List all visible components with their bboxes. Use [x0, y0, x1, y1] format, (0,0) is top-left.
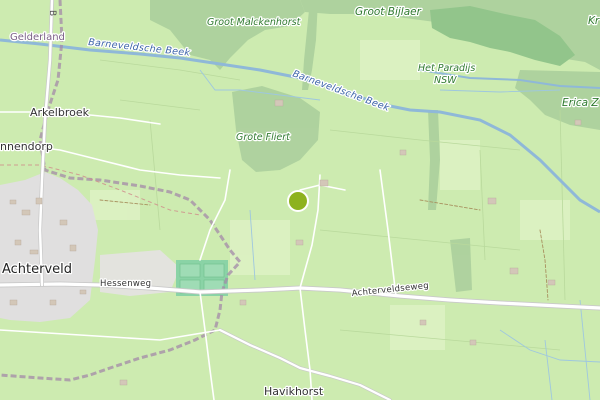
building	[119, 379, 128, 386]
label-havikhorst: Havikhorst	[264, 385, 324, 398]
building	[59, 219, 68, 226]
label-het-paradijs-line2: NSW	[434, 75, 457, 86]
label-groot-malckenhorst: Groot Malckenhorst	[207, 17, 302, 28]
building	[419, 319, 427, 326]
building	[319, 179, 329, 187]
label-gelderland: Gelderland	[10, 32, 65, 43]
building	[509, 267, 519, 275]
building	[274, 99, 284, 107]
building	[239, 299, 247, 306]
building	[9, 199, 17, 205]
building	[21, 209, 31, 216]
building	[9, 299, 18, 306]
building	[547, 279, 556, 286]
building	[399, 149, 407, 156]
field-parcel	[230, 220, 290, 275]
building	[69, 244, 77, 252]
building	[487, 197, 497, 205]
location-marker-icon[interactable]	[287, 190, 309, 212]
label-grote-fliert: Grote Fliert	[236, 132, 291, 143]
sports-pitch	[203, 263, 225, 278]
label-hessenweg: Hessenweg	[100, 279, 151, 289]
field-parcel	[360, 40, 420, 80]
label-road-number: B	[47, 10, 57, 16]
location-marker-dot[interactable]	[289, 192, 307, 210]
label-erica-z: Erica Z	[562, 97, 599, 109]
label-kr: Kr	[588, 15, 600, 27]
building	[35, 197, 43, 205]
sports-pitch	[179, 263, 201, 278]
map-view[interactable]: Groot Malckenhorst Groot Bijlaer Kr Geld…	[0, 0, 600, 400]
label-groot-bijlaer: Groot Bijlaer	[355, 6, 422, 18]
label-het-paradijs-line1: Het Paradijs	[418, 63, 475, 74]
building	[574, 119, 582, 126]
label-arkelbroek: Arkelbroek	[30, 106, 90, 119]
label-nnendorp: nnendorp	[0, 140, 53, 153]
field-parcel	[440, 140, 480, 190]
map-canvas[interactable]: Groot Malckenhorst Groot Bijlaer Kr Geld…	[0, 0, 600, 400]
label-achterveld: Achterveld	[2, 262, 72, 277]
building	[14, 239, 22, 246]
building	[79, 289, 87, 295]
building	[49, 299, 57, 306]
building	[29, 249, 39, 255]
field-parcel	[390, 305, 445, 350]
field-parcel	[90, 190, 140, 220]
building	[295, 239, 304, 246]
building	[469, 339, 477, 346]
